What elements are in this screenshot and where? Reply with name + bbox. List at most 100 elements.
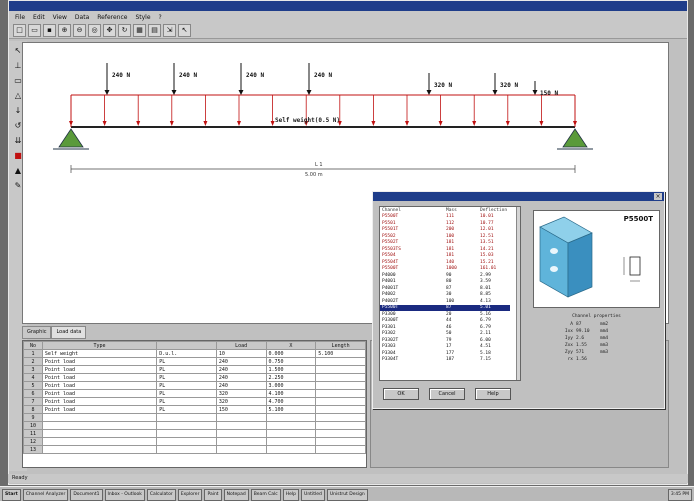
table-cell[interactable]: [265, 445, 317, 454]
table-cell[interactable]: [315, 389, 366, 398]
col-kind[interactable]: [156, 341, 217, 350]
table-cell[interactable]: 5.100: [315, 349, 366, 358]
profile-scrollbar[interactable]: [516, 207, 520, 380]
close-icon[interactable]: ×: [654, 193, 662, 200]
table-cell[interactable]: 240: [215, 357, 267, 366]
menu-reference[interactable]: Reference: [97, 14, 127, 21]
table-cell[interactable]: [315, 445, 366, 454]
table-cell[interactable]: PL: [156, 405, 217, 414]
table-cell[interactable]: Self weight: [41, 349, 158, 358]
taskbar-item[interactable]: Explorer: [177, 489, 203, 501]
taskbar-item[interactable]: Channel Analyzer: [22, 489, 69, 501]
table-cell[interactable]: [215, 421, 267, 430]
table-cell[interactable]: [265, 413, 317, 422]
print-icon[interactable]: ▤: [148, 24, 161, 37]
table-cell[interactable]: 10: [215, 349, 267, 358]
left-support[interactable]: [58, 128, 84, 148]
profile-list[interactable]: Channel Mass Deflection P5500T 111 10.01 P5…: [379, 206, 521, 381]
menu-help[interactable]: ?: [159, 14, 162, 21]
help-button[interactable]: Help: [475, 388, 511, 400]
col-type[interactable]: Type: [41, 341, 158, 350]
table-cell[interactable]: 5.100: [265, 405, 317, 414]
table-cell[interactable]: Point load: [41, 389, 158, 398]
table-cell[interactable]: [315, 357, 366, 366]
taskbar-item[interactable]: Untitled: [301, 489, 325, 501]
table-cell[interactable]: [315, 381, 366, 390]
table-cell[interactable]: [156, 437, 217, 446]
taskbar-item[interactable]: Paint: [204, 489, 222, 501]
table-row[interactable]: 12: [23, 437, 366, 446]
table-cell[interactable]: [41, 445, 158, 454]
table-row[interactable]: 10: [23, 421, 366, 430]
menu-data[interactable]: Data: [75, 14, 89, 21]
table-cell[interactable]: [265, 437, 317, 446]
table-cell[interactable]: [156, 421, 217, 430]
table-row[interactable]: 9: [23, 413, 366, 422]
table-cell[interactable]: [315, 397, 366, 406]
menu-file[interactable]: File: [15, 14, 25, 21]
table-cell[interactable]: 0.000: [265, 349, 317, 358]
table-cell[interactable]: [41, 421, 158, 430]
table-cell[interactable]: 240: [215, 381, 267, 390]
table-cell[interactable]: PL: [156, 381, 217, 390]
table-cell[interactable]: [41, 437, 158, 446]
ok-button[interactable]: OK: [383, 388, 419, 400]
load-data-grid[interactable]: No Type Load X Length 1 Self weight D.u.l.…: [22, 340, 367, 468]
pan-icon[interactable]: ✥: [103, 24, 116, 37]
pointer-icon[interactable]: ↖: [178, 24, 191, 37]
table-icon[interactable]: ▦: [133, 24, 146, 37]
table-cell[interactable]: [156, 413, 217, 422]
table-cell[interactable]: 4.700: [265, 397, 317, 406]
table-cell[interactable]: [41, 429, 158, 438]
table-cell[interactable]: Point load: [41, 373, 158, 382]
table-cell[interactable]: 4.100: [265, 389, 317, 398]
table-cell[interactable]: [265, 421, 317, 430]
table-cell[interactable]: PL: [156, 389, 217, 398]
table-cell[interactable]: [41, 413, 158, 422]
table-row[interactable]: 13: [23, 445, 366, 454]
table-cell[interactable]: 320: [215, 389, 267, 398]
table-cell[interactable]: Point load: [41, 357, 158, 366]
zoom-out-icon[interactable]: ⊖: [73, 24, 86, 37]
col-x[interactable]: X: [265, 341, 317, 350]
table-cell[interactable]: PL: [156, 373, 217, 382]
new-icon[interactable]: □: [13, 24, 26, 37]
table-cell[interactable]: [315, 405, 366, 414]
taskbar-item[interactable]: Help: [282, 489, 300, 501]
save-icon[interactable]: ▪: [43, 24, 56, 37]
table-cell[interactable]: [315, 365, 366, 374]
table-cell[interactable]: [315, 413, 366, 422]
taskbar-item[interactable]: Document1: [70, 489, 103, 501]
table-cell[interactable]: [215, 429, 267, 438]
table-cell[interactable]: 150: [215, 405, 267, 414]
table-cell[interactable]: [265, 429, 317, 438]
table-row[interactable]: 5 Point load PL 240 3.000: [23, 381, 366, 390]
menu-edit[interactable]: Edit: [33, 14, 45, 21]
right-support[interactable]: [562, 128, 588, 148]
table-cell[interactable]: 240: [215, 365, 267, 374]
export-icon[interactable]: ⇲: [163, 24, 176, 37]
title-bar[interactable]: [9, 1, 687, 11]
zoom-fit-icon[interactable]: ◎: [88, 24, 101, 37]
table-cell[interactable]: D.u.l.: [156, 349, 217, 358]
table-cell[interactable]: Point load: [41, 405, 158, 414]
taskbar-item[interactable]: Notepad: [223, 489, 249, 501]
col-no[interactable]: No: [23, 341, 43, 350]
zoom-in-icon[interactable]: ⊕: [58, 24, 71, 37]
table-row[interactable]: 11: [23, 429, 366, 438]
table-cell[interactable]: [315, 421, 366, 430]
table-row[interactable]: 3 Point load PL 240 1.500: [23, 365, 366, 374]
table-row[interactable]: 7 Point load PL 320 4.700: [23, 397, 366, 406]
table-cell[interactable]: 0.750: [265, 357, 317, 366]
table-cell[interactable]: [215, 413, 267, 422]
table-cell[interactable]: [315, 373, 366, 382]
table-row[interactable]: 8 Point load PL 150 5.100: [23, 405, 366, 414]
table-cell[interactable]: Point load: [41, 365, 158, 374]
profile-row[interactable]: P3304T 187 7.15: [380, 357, 510, 364]
table-cell[interactable]: [315, 429, 366, 438]
table-cell[interactable]: [215, 437, 267, 446]
col-load[interactable]: Load: [215, 341, 267, 350]
table-row[interactable]: 2 Point load PL 240 0.750: [23, 357, 366, 366]
table-cell[interactable]: PL: [156, 357, 217, 366]
table-cell[interactable]: Point load: [41, 397, 158, 406]
